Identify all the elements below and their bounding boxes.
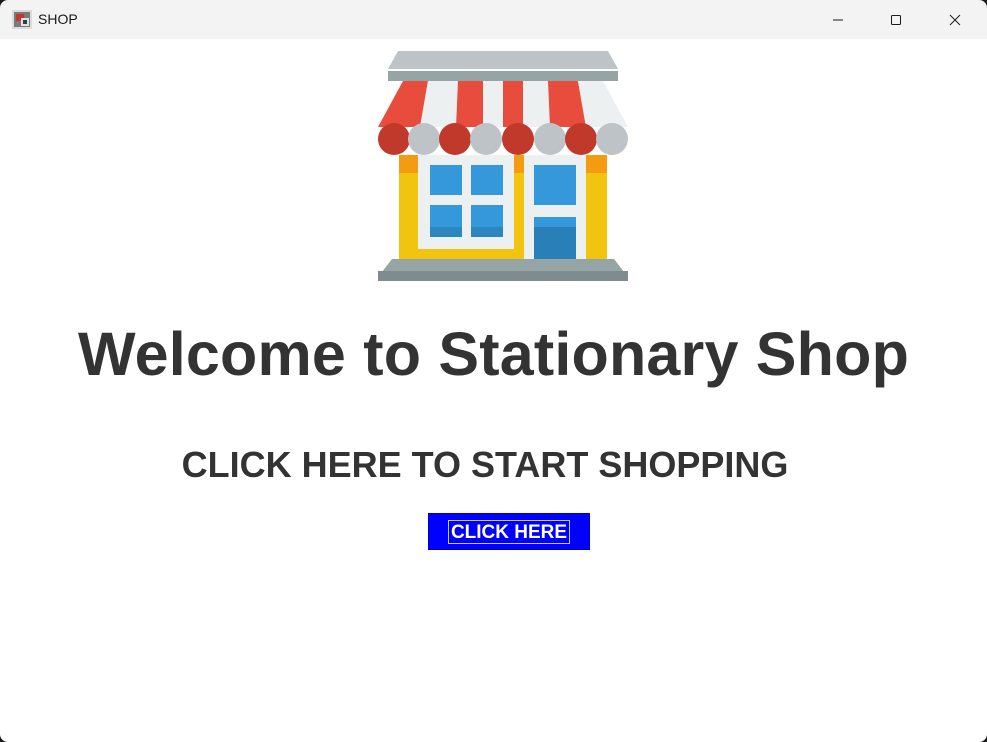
welcome-heading: Welcome to Stationary Shop (77, 320, 910, 388)
storefront-icon (378, 51, 628, 281)
close-button[interactable] (926, 0, 984, 39)
title-bar[interactable]: SHOP (0, 0, 987, 39)
start-shopping-label: CLICK HERE TO START SHOPPING (181, 444, 789, 485)
click-here-button[interactable]: CLICK HERE (428, 513, 590, 550)
main-panel: Welcome to Stationary Shop CLICK HERE TO… (0, 39, 987, 742)
minimize-icon (833, 19, 843, 20)
shop-app-icon (12, 10, 32, 29)
minimize-button[interactable] (809, 0, 867, 39)
window-title: SHOP (38, 11, 78, 27)
close-icon (949, 14, 961, 25)
maximize-icon (891, 14, 901, 25)
app-window: SHOP Welcome to Stationary Shop CLICK HE… (0, 0, 987, 742)
click-here-button-label: CLICK HERE (447, 519, 571, 544)
maximize-button[interactable] (867, 0, 925, 39)
